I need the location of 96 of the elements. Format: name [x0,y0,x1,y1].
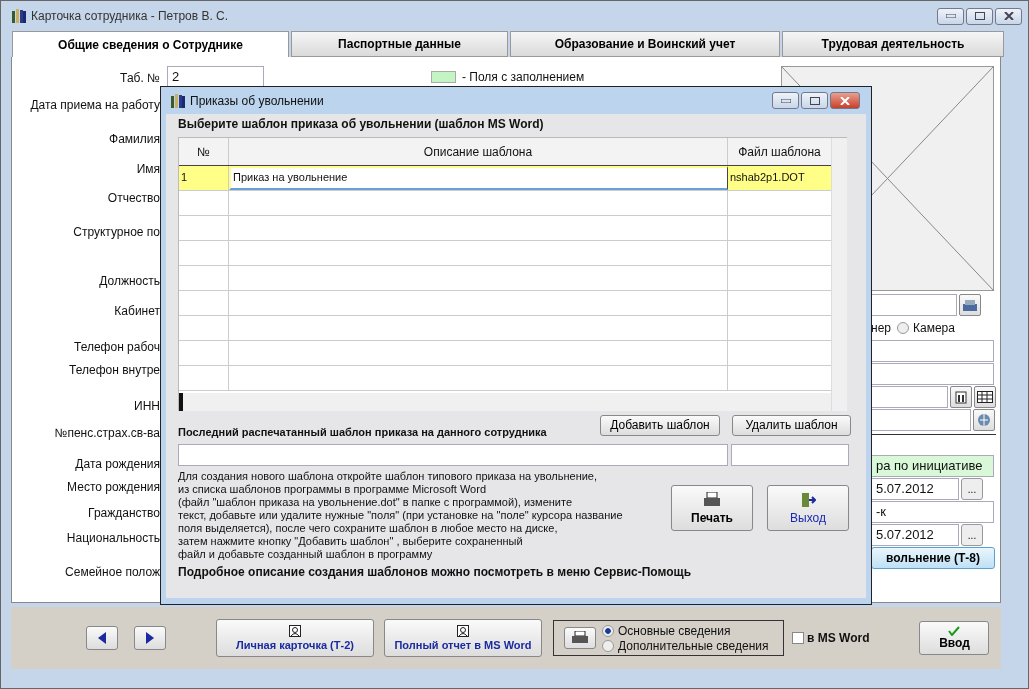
legend-swatch [431,71,456,83]
column-header: Описание шаблона [229,138,728,165]
field-label: Таб. № [120,70,160,86]
field-label: Телефон рабоч [74,339,160,355]
field-label: Место рождения [67,479,160,495]
text-field[interactable] [871,409,971,431]
field-label: Имя [136,161,160,177]
print-button[interactable]: Печать [671,485,753,531]
close-button[interactable] [830,92,860,109]
table-row[interactable]: 1 Приказ на увольнение nshab2p1.DOT [179,166,831,191]
window-title: Карточка сотрудника - Петров В. С. [31,9,229,23]
minimize-button[interactable] [937,7,964,25]
text-field[interactable] [871,363,994,385]
tab[interactable]: Трудовая деятельность [782,31,1004,57]
maximize-button[interactable] [966,7,993,25]
ms-word-checkbox[interactable]: в MS Word [792,631,870,645]
vertical-scrollbar[interactable] [831,138,847,411]
camera-radio[interactable]: Камера [897,321,955,335]
document-button[interactable] [950,386,972,408]
minimize-button[interactable] [772,92,799,109]
scanner-icon [962,298,978,312]
close-icon [840,96,850,105]
portrait-icon [457,625,469,637]
tab-number-field[interactable]: 2 [167,66,264,88]
personal-card-button[interactable]: Личная карточка (Т-2) [216,619,374,657]
tab[interactable]: Общие сведения о Сотруднике [12,31,289,57]
field-label: №пенс.страх.св-ва [54,425,160,441]
table-button[interactable] [974,386,996,408]
text-field[interactable] [871,294,957,316]
field-label: Кабинет [114,303,160,319]
globe-icon [977,413,991,427]
date-field[interactable]: 5.07.2012 [871,478,959,500]
dismissal-order-button[interactable]: вольнение (Т-8) [871,547,995,569]
field-label: Гражданство [88,505,160,521]
dialog-heading: Выберите шаблон приказа об увольнении (шаблон MS Word) [178,117,545,131]
field-label: Отчество [107,190,160,206]
field-label: Национальность [66,530,160,546]
horizontal-scrollbar[interactable] [179,393,831,411]
tab[interactable]: Паспортные данные [291,31,508,57]
field-label: Дата рождения [75,456,160,472]
date-field[interactable]: 5.07.2012 [871,524,959,546]
portrait-icon [289,625,301,637]
dialog-title: Приказы об увольнении [190,93,324,108]
order-number-field[interactable]: -к [871,501,994,523]
ellipsis-button[interactable]: ... [961,478,983,500]
add-template-button[interactable]: Добавить шаблон [600,414,720,436]
column-header: Файл шаблона [737,143,822,161]
dismissal-reason-field[interactable]: ра по инициативе [871,455,994,477]
maximize-button[interactable] [801,92,828,109]
printer-icon [703,491,721,508]
printer-icon [571,631,589,645]
text-field[interactable] [871,386,948,408]
full-report-button[interactable]: Полный отчет в MS Word [384,619,542,657]
instructions-text: Для создания нового шаблона откройте шаблон типового приказа на увольнение, из списка шаблонов программы в программе Microsoft Word (файл "шаблон приказа на увольнение.dot" в папке с программой), измените текст, добавьте или удалите нужные "поля" (при установке на "поле" курсора название поля выделяется), после чего сохраните шаблон в любое место на диске, затем нажмите кнопку "Добавить шаблон" , выберите сохраненный файл и добавьте созданный шаблон в программу [178,470,624,561]
exit-button[interactable]: Выход [767,485,849,531]
next-button[interactable] [134,626,166,650]
help-note: Подробное описание создания шаблонов можно посмотреть в меню Сервис-Помощь [178,565,693,579]
left-arrow-icon [98,632,106,644]
books-icon [11,8,27,24]
field-label: Семейное полож [65,564,160,580]
enter-button[interactable]: Ввод [919,621,990,655]
scanner-button[interactable] [959,294,981,316]
close-icon [1003,12,1014,20]
field-label: Структурное по [73,224,160,240]
delete-template-button[interactable]: Удалить шаблон [732,414,851,436]
document-icon [954,390,968,404]
last-printed-label: Последний распечатанный шаблон приказа на данного сотрудника [178,426,548,438]
table-icon [977,391,993,403]
maximize-icon [809,96,820,105]
door-arrow-icon [800,491,816,508]
field-label: ИНН [134,398,160,414]
legend-text: - Поля с заполнением [462,70,585,84]
right-arrow-icon [146,632,154,644]
previous-button[interactable] [86,626,118,650]
field-label: Должность [99,273,160,289]
tab[interactable]: Образование и Воинский учет [510,31,780,57]
table-cell[interactable]: Приказ на увольнение [229,166,728,190]
minimize-icon [780,98,791,103]
ellipsis-button[interactable]: ... [961,524,983,546]
text-field[interactable] [871,340,994,362]
maximize-icon [974,12,985,20]
table-cell-text: nshab2p1.DOT [729,170,806,185]
books-icon [170,92,186,109]
field-label: Фамилия [109,131,160,147]
column-header: № [179,138,229,165]
checkmark-icon [948,626,961,636]
field-label: Телефон внутре [69,362,160,378]
field-label: Дата приема на работу [30,97,160,113]
print-button[interactable] [564,627,596,649]
radio-label: нер [871,321,891,335]
print-option-radio[interactable]: Основные сведения [602,623,769,638]
print-option-radio[interactable]: Дополнительные сведения [602,638,769,653]
last-template-field[interactable] [178,444,728,466]
last-file-field[interactable] [731,444,849,466]
minimize-icon [945,14,956,18]
close-button[interactable] [995,7,1022,25]
